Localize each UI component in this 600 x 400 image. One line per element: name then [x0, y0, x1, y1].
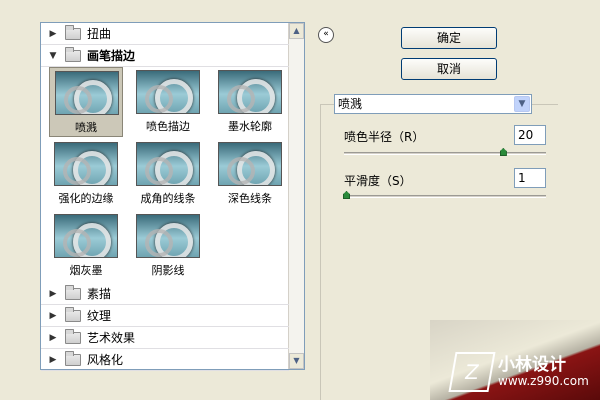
smoothness-input[interactable]: 1 — [514, 168, 546, 188]
smoothness-slider-thumb[interactable] — [343, 191, 350, 199]
watermark-url: www.z990.com — [498, 374, 589, 388]
filter-preview-image — [218, 142, 282, 186]
category-label: 素描 — [87, 287, 112, 301]
filter-thumb-sprayed-strokes[interactable]: 喷色描边 — [131, 67, 205, 137]
filter-thumb-label: 喷溅 — [75, 121, 97, 134]
filter-thumb-label: 烟灰墨 — [69, 264, 103, 277]
scroll-down-icon[interactable]: ▼ — [289, 353, 304, 369]
filter-thumb-accented-edges[interactable]: 强化的边缘 — [49, 139, 123, 209]
expand-arrow-icon[interactable]: ▶ — [45, 289, 61, 299]
spray-radius-input[interactable]: 20 — [514, 125, 546, 145]
collapse-gallery-icon[interactable]: « — [318, 27, 334, 43]
folder-open-icon — [65, 46, 81, 62]
expand-arrow-icon[interactable]: ▶ — [45, 311, 61, 321]
ok-button[interactable]: 确定 — [401, 27, 497, 49]
tree-category-brush-strokes[interactable]: ▼ 画笔描边 — [41, 45, 289, 67]
watermark-name: 小林设计 — [498, 355, 566, 375]
filter-gallery-tree: ▲ ▼ ▶ 扭曲 ▼ 画笔描边 喷溅 喷色描边 墨水轮廓 强化的边缘 成角的线条 — [40, 22, 305, 371]
folder-icon — [65, 306, 81, 322]
filter-thumb-label: 墨水轮廓 — [228, 120, 272, 133]
spray-radius-slider[interactable] — [344, 152, 546, 155]
folder-icon — [65, 284, 81, 300]
filter-preview-image — [136, 214, 200, 258]
folder-icon — [65, 24, 81, 40]
spray-radius-label: 喷色半径（R） — [344, 130, 425, 144]
collapse-arrow-icon[interactable]: ▼ — [45, 51, 61, 61]
tree-category-artistic[interactable]: ▶ 艺术效果 — [41, 327, 289, 349]
filter-thumb-crosshatch[interactable]: 阴影线 — [131, 211, 205, 281]
filter-preview-image — [218, 70, 282, 114]
divider — [320, 104, 321, 400]
tree-scrollbar[interactable]: ▲ ▼ — [288, 23, 304, 369]
filter-thumb-sumi-e[interactable]: 烟灰墨 — [49, 211, 123, 281]
category-label: 画笔描边 — [87, 49, 136, 63]
filter-thumb-spatter[interactable]: 喷溅 — [49, 67, 123, 137]
chevron-down-icon[interactable]: ▼ — [514, 96, 530, 112]
category-label: 风格化 — [87, 353, 124, 367]
filter-thumb-label: 喷色描边 — [146, 120, 190, 133]
filter-select[interactable]: 喷溅 ▼ — [334, 94, 532, 114]
cancel-button[interactable]: 取消 — [401, 58, 497, 80]
filter-thumb-label: 成角的线条 — [140, 192, 196, 205]
category-label: 扭曲 — [87, 27, 112, 41]
folder-icon — [65, 350, 81, 366]
filter-thumb-label: 阴影线 — [151, 264, 185, 277]
folder-icon — [65, 328, 81, 344]
filter-preview-image — [54, 214, 118, 258]
filter-thumb-label: 强化的边缘 — [58, 192, 114, 205]
smoothness-label: 平滑度（S） — [344, 174, 412, 188]
thumbnail-grid: 喷溅 喷色描边 墨水轮廓 强化的边缘 成角的线条 深色线条 烟灰墨 阴影线 — [49, 67, 289, 285]
tree-category-distort[interactable]: ▶ 扭曲 — [41, 23, 289, 45]
scroll-up-icon[interactable]: ▲ — [289, 23, 304, 39]
category-label: 艺术效果 — [87, 331, 136, 345]
filter-preview-image — [55, 71, 119, 115]
expand-arrow-icon[interactable]: ▶ — [45, 355, 61, 365]
filter-thumb-label: 深色线条 — [228, 192, 272, 205]
filter-preview-image — [136, 70, 200, 114]
filter-thumb-dark-strokes[interactable]: 深色线条 — [213, 139, 287, 209]
expand-arrow-icon[interactable]: ▶ — [45, 333, 61, 343]
expand-arrow-icon[interactable]: ▶ — [45, 29, 61, 39]
watermark-logo-icon: Z — [448, 352, 496, 392]
tree-category-texture[interactable]: ▶ 纹理 — [41, 305, 289, 327]
spray-radius-slider-thumb[interactable] — [499, 148, 507, 156]
filter-thumb-angled-strokes[interactable]: 成角的线条 — [131, 139, 205, 209]
tree-category-sketch[interactable]: ▶ 素描 — [41, 283, 289, 305]
category-label: 纹理 — [87, 309, 112, 323]
smoothness-slider[interactable] — [344, 195, 546, 198]
tree-category-stylize[interactable]: ▶ 风格化 — [41, 349, 289, 371]
filter-preview-image — [54, 142, 118, 186]
filter-thumb-ink-outlines[interactable]: 墨水轮廓 — [213, 67, 287, 137]
filter-select-value: 喷溅 — [338, 97, 363, 111]
filter-preview-image — [136, 142, 200, 186]
